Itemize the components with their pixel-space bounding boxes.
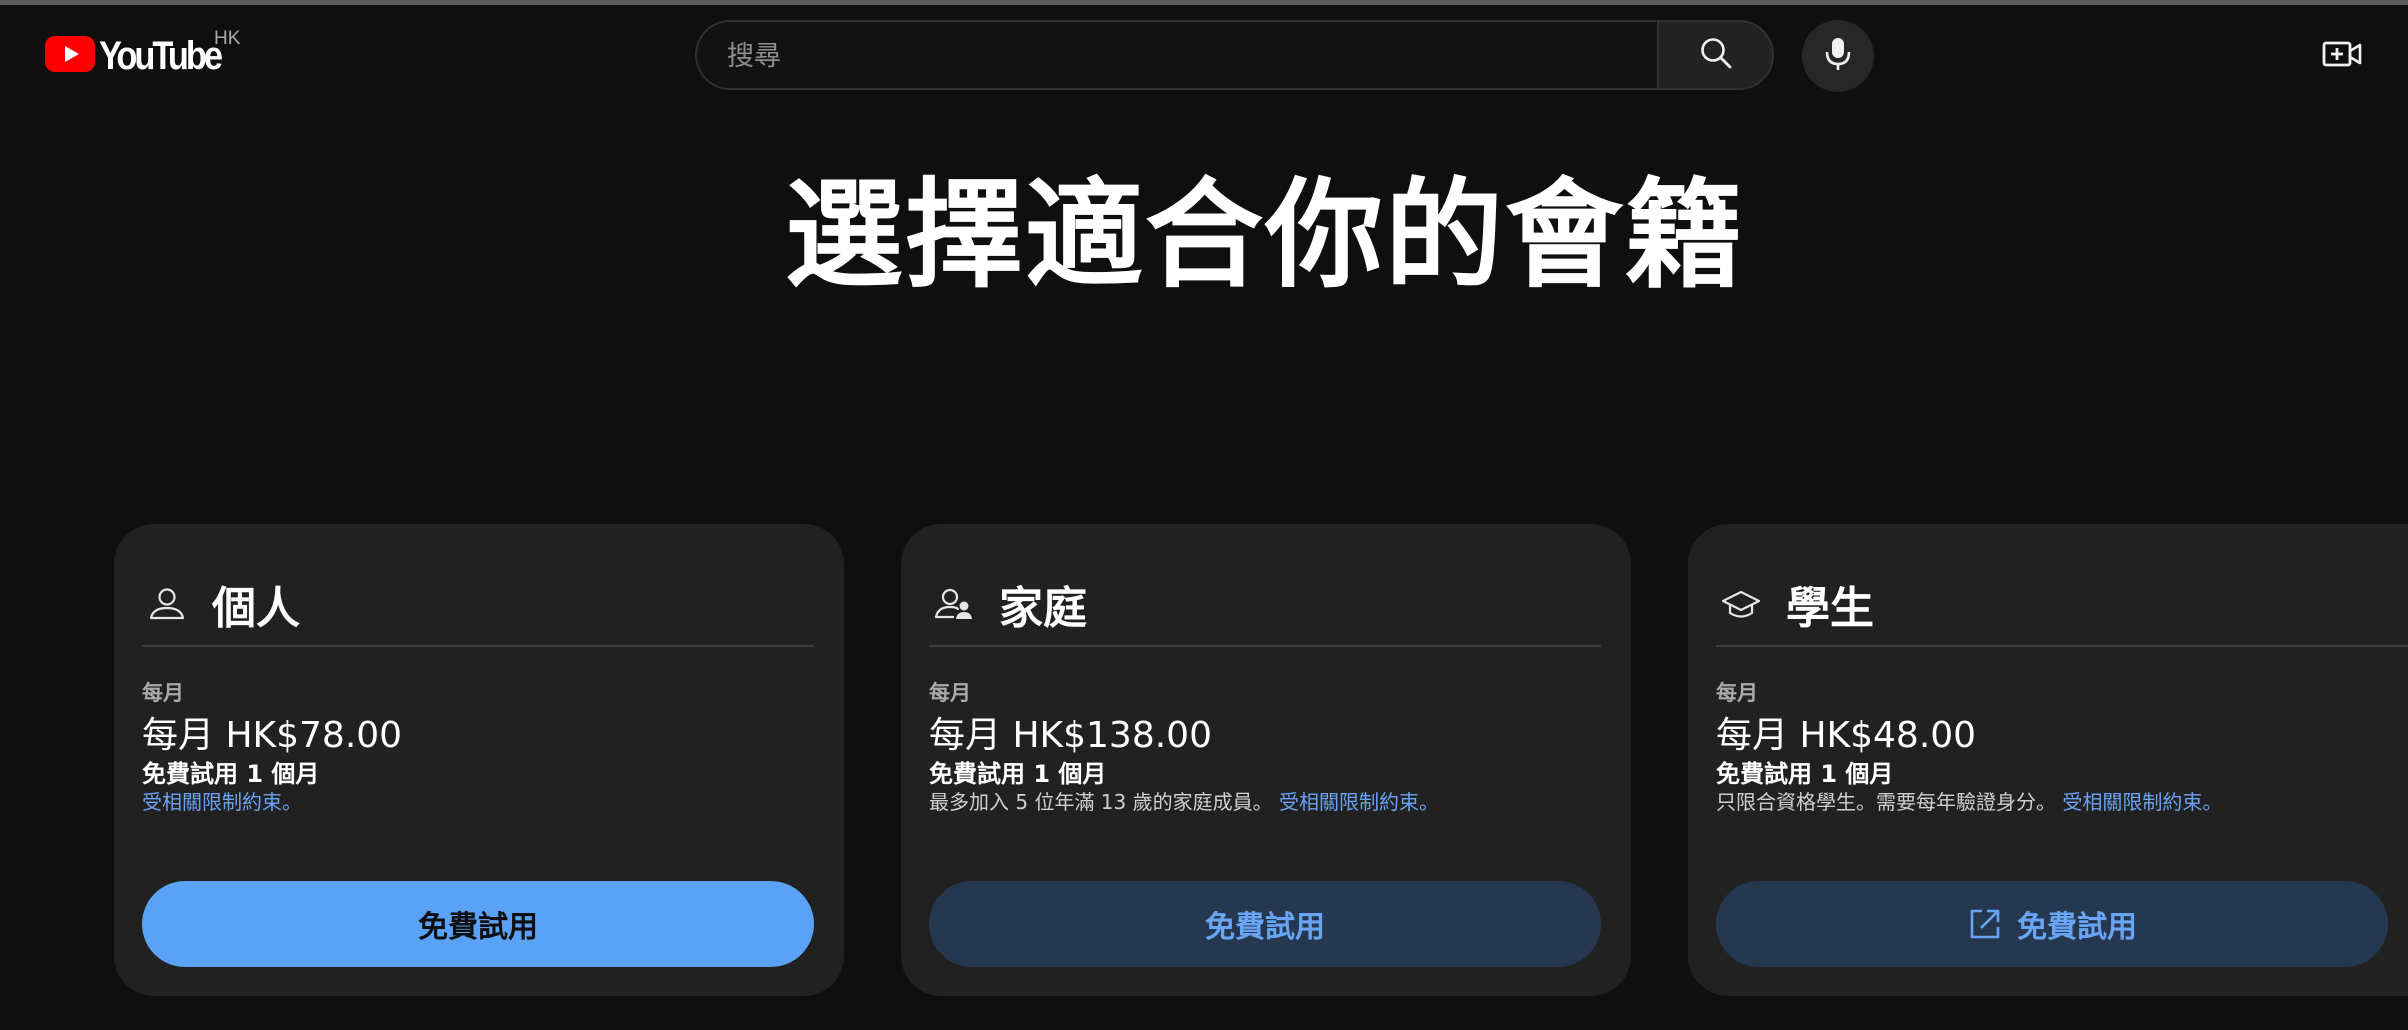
plan-header: 個人 (144, 554, 300, 654)
plan-note: 最多加入 5 位年滿 13 歲的家庭成員。 (929, 790, 1279, 814)
plan-header: 學生 (1718, 554, 1874, 654)
divider (1716, 645, 2408, 647)
trial-text: 免費試用 1 個月 (1716, 760, 1894, 788)
divider (142, 645, 814, 647)
plan-terms: 最多加入 5 位年滿 13 歲的家庭成員。 受相關限制約束。 (929, 786, 1439, 815)
plan-name: 學生 (1786, 583, 1874, 634)
window-top-border (0, 0, 2408, 5)
billing-label: 每月 (142, 681, 184, 705)
search-button[interactable] (1657, 20, 1774, 90)
terms-link[interactable]: 受相關限制約束。 (2062, 790, 2222, 814)
open-in-new-icon (1967, 906, 2003, 942)
plan-price: 每月 HK$138.00 (929, 715, 1212, 756)
search-box (695, 20, 1657, 90)
plan-name: 個人 (212, 583, 300, 634)
divider (929, 645, 1601, 647)
plan-price: 每月 HK$78.00 (142, 715, 403, 756)
search-icon (1699, 36, 1733, 74)
youtube-play-icon (45, 36, 95, 72)
plan-card-family: 家庭 每月 每月 HK$138.00 免費試用 1 個月 最多加入 5 位年滿 … (901, 524, 1631, 996)
plan-card-student: 學生 每月 每月 HK$48.00 免費試用 1 個月 只限合資格學生。需要每年… (1688, 524, 2408, 996)
terms-link[interactable]: 受相關限制約束。 (1279, 790, 1439, 814)
terms-link[interactable]: 受相關限制約束。 (142, 790, 302, 814)
cta-label: 免費試用 (2017, 910, 2137, 945)
create-button[interactable] (2318, 32, 2366, 80)
page-title: 選擇適合你的會籍 (784, 166, 1745, 304)
graduation-cap-icon (1718, 581, 1764, 627)
free-trial-button-individual[interactable]: 免費試用 (142, 881, 814, 967)
youtube-logo[interactable]: YouTube HK (45, 28, 240, 78)
plan-note: 只限合資格學生。需要每年驗證身分。 (1716, 790, 2063, 814)
voice-search-button[interactable] (1802, 20, 1874, 92)
plan-price: 每月 HK$48.00 (1716, 715, 1977, 756)
region-code: HK (214, 28, 241, 49)
plan-name: 家庭 (999, 583, 1087, 634)
free-trial-button-family[interactable]: 免費試用 (929, 881, 1601, 967)
plan-card-individual: 個人 每月 每月 HK$78.00 免費試用 1 個月 受相關限制約束。 免費試… (114, 524, 844, 996)
plan-terms: 只限合資格學生。需要每年驗證身分。 受相關限制約束。 (1716, 786, 2222, 815)
youtube-wordmark: YouTube (99, 34, 223, 78)
mic-icon (1824, 36, 1852, 76)
plan-header: 家庭 (931, 554, 1087, 654)
billing-label: 每月 (929, 681, 971, 705)
create-video-icon (2322, 39, 2362, 73)
trial-text: 免費試用 1 個月 (142, 760, 320, 788)
family-icon (931, 581, 977, 627)
page: YouTube HK 搜尋 選擇適合你的會籍 個人 每月 每月 HK$78.00… (0, 0, 2408, 1030)
person-icon (144, 581, 190, 627)
search-input[interactable] (725, 22, 1629, 90)
trial-text: 免費試用 1 個月 (929, 760, 1107, 788)
billing-label: 每月 (1716, 681, 1758, 705)
plan-terms: 受相關限制約束。 (142, 786, 302, 815)
free-trial-button-student[interactable]: 免費試用 (1716, 881, 2388, 967)
